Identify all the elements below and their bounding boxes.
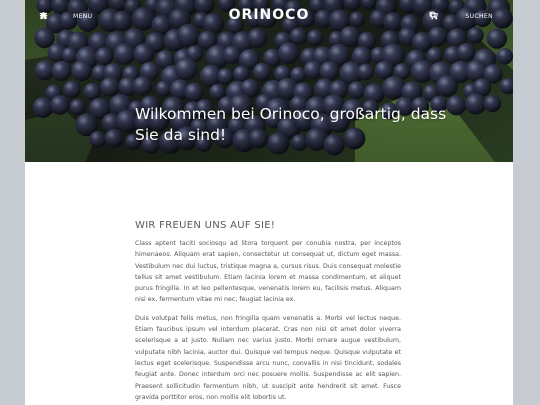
hero-title: Wilkommen bei Orinoco, großartig, dass S… [135, 105, 447, 144]
hero-banner: Menu ORINOCO Suchen Wilkommen bei Orinoc… [25, 0, 513, 162]
paragraph: Duis volutpat felis metus, non fringilla… [135, 314, 401, 401]
top-navigation: Menu ORINOCO Suchen [25, 0, 513, 34]
search-label[interactable]: Suchen [465, 13, 493, 20]
search-icon[interactable] [429, 11, 459, 21]
page: Menu ORINOCO Suchen Wilkommen bei Orinoc… [25, 0, 513, 405]
main-content: WIR FREUEN UNS AUF SIE! Class aptent tac… [135, 220, 401, 405]
section-heading: WIR FREUEN UNS AUF SIE! [135, 220, 276, 231]
paragraph: Class aptent taciti sociosqu ad litora t… [135, 240, 401, 304]
